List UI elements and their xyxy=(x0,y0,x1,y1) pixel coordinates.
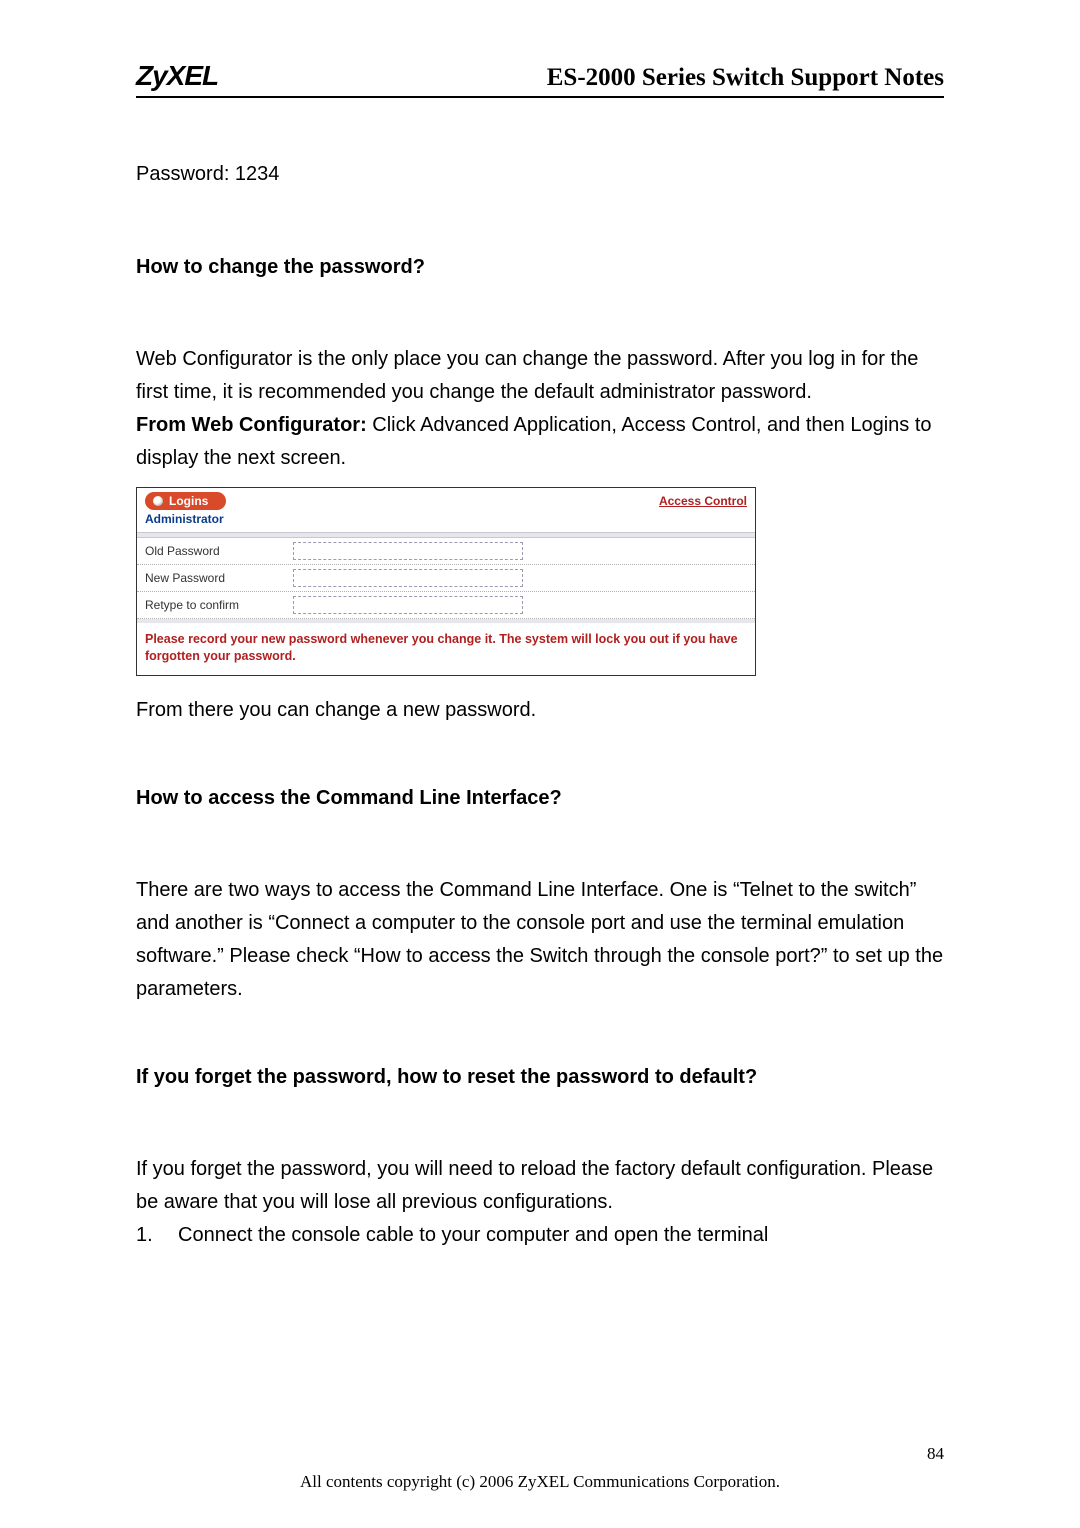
tab-dot-icon xyxy=(153,496,163,506)
logo: ZyXEL xyxy=(136,60,218,92)
access-control-link[interactable]: Access Control xyxy=(659,494,747,508)
list-number: 1. xyxy=(136,1219,160,1252)
document-title: ES-2000 Series Switch Support Notes xyxy=(547,64,944,92)
list-text: Connect the console cable to your comput… xyxy=(178,1219,768,1252)
tab-left: Logins xyxy=(145,492,226,510)
from-label: From Web Configurator: xyxy=(136,414,367,436)
administrator-label: Administrator xyxy=(137,510,755,532)
copyright: All contents copyright (c) 2006 ZyXEL Co… xyxy=(0,1472,1080,1492)
panel-header-row: Logins Access Control xyxy=(137,488,755,510)
page-header: ZyXEL ES-2000 Series Switch Support Note… xyxy=(136,60,944,98)
paragraph: From there you can change a new password… xyxy=(136,694,944,727)
old-password-input[interactable] xyxy=(293,542,523,560)
new-password-row: New Password xyxy=(137,565,755,592)
new-password-input[interactable] xyxy=(293,569,523,587)
old-password-row: Old Password xyxy=(137,538,755,565)
section-heading-change-password: How to change the password? xyxy=(136,251,944,283)
password-line: Password: 1234 xyxy=(136,158,944,191)
section-heading-reset: If you forget the password, how to reset… xyxy=(136,1061,944,1093)
new-password-label: New Password xyxy=(145,571,285,585)
section-heading-cli: How to access the Command Line Interface… xyxy=(136,782,944,814)
page-number: 84 xyxy=(927,1444,944,1464)
paragraph: From Web Configurator: Click Advanced Ap… xyxy=(136,409,944,475)
old-password-label: Old Password xyxy=(145,544,285,558)
list-item: 1. Connect the console cable to your com… xyxy=(136,1219,944,1252)
paragraph: If you forget the password, you will nee… xyxy=(136,1153,944,1219)
page-container: ZyXEL ES-2000 Series Switch Support Note… xyxy=(0,0,1080,1528)
retype-password-label: Retype to confirm xyxy=(145,598,285,612)
logins-panel: Logins Access Control Administrator Old … xyxy=(136,487,756,676)
logins-tab[interactable]: Logins xyxy=(145,492,226,510)
paragraph: Web Configurator is the only place you c… xyxy=(136,343,944,409)
panel-warning: Please record your new password whenever… xyxy=(137,619,755,675)
paragraph: There are two ways to access the Command… xyxy=(136,874,944,1006)
retype-password-row: Retype to confirm xyxy=(137,592,755,619)
retype-password-input[interactable] xyxy=(293,596,523,614)
tab-label: Logins xyxy=(169,494,208,508)
